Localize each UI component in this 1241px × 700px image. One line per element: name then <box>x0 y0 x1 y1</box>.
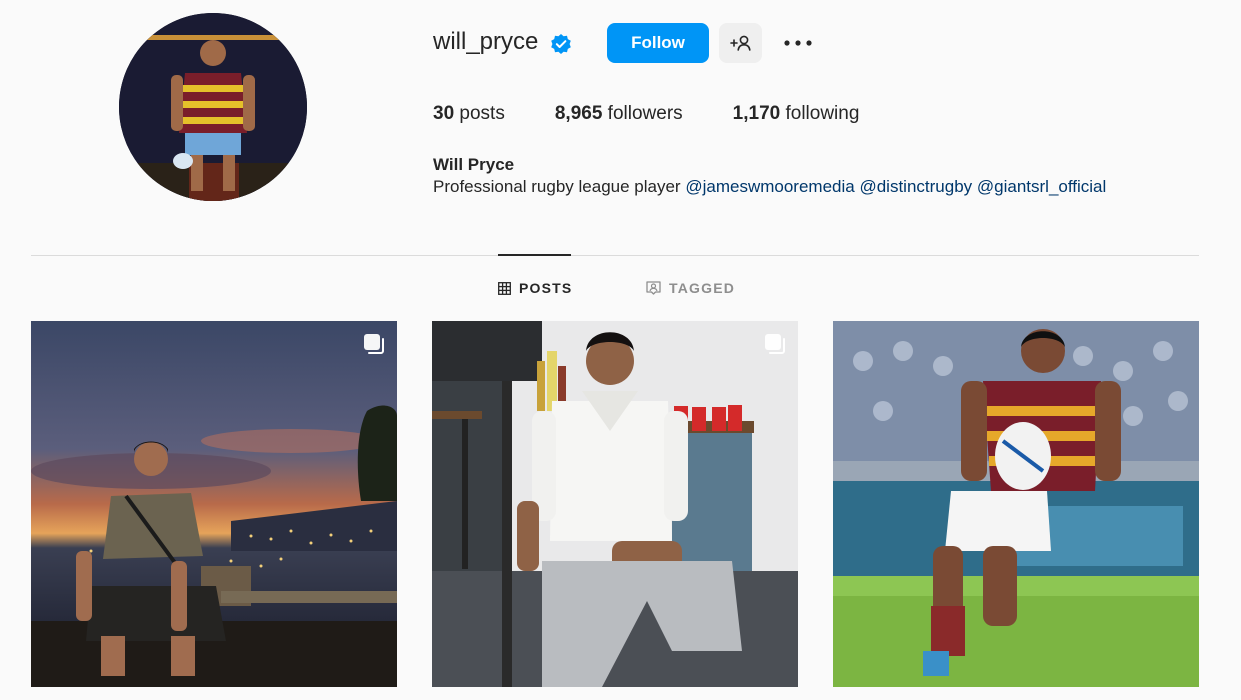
profile-full-name: Will Pryce <box>433 155 515 174</box>
tagged-icon <box>646 281 661 295</box>
add-person-icon <box>729 35 751 51</box>
multiple-photos-icon <box>363 333 385 360</box>
post-image <box>432 321 798 687</box>
multiple-photos-icon <box>764 333 786 360</box>
avatar-image <box>119 13 307 201</box>
more-options-button[interactable] <box>780 28 816 58</box>
tab-posts[interactable]: POSTS <box>498 280 572 296</box>
tabs-divider <box>31 255 1199 256</box>
bio-text: Professional rugby league player <box>433 177 681 196</box>
grid-icon <box>498 281 511 295</box>
follow-button[interactable]: Follow <box>607 23 709 63</box>
mention-link[interactable]: @giantsrl_official <box>977 177 1106 196</box>
profile-avatar[interactable] <box>119 13 307 201</box>
post-image <box>833 321 1199 687</box>
posts-count: 30 posts <box>433 103 505 124</box>
post-thumbnail[interactable] <box>31 321 397 687</box>
mention-link[interactable]: @jameswmooremedia <box>685 177 854 196</box>
tab-tagged[interactable]: TAGGED <box>646 280 735 296</box>
followers-link[interactable]: 8,965 followers <box>555 103 683 125</box>
post-image <box>31 321 397 687</box>
mention-link[interactable]: @distinctrugby <box>859 177 972 196</box>
tab-tagged-label: TAGGED <box>669 280 736 296</box>
ellipsis-icon <box>784 40 812 46</box>
profile-stats: 30 posts 8,965 followers 1,170 following <box>433 103 909 125</box>
verified-badge-icon <box>550 33 572 55</box>
tab-posts-label: POSTS <box>519 280 573 296</box>
profile-bio: Professional rugby league player @jamesw… <box>433 177 1106 197</box>
post-thumbnail[interactable] <box>833 321 1199 687</box>
profile-username: will_pryce <box>433 28 539 55</box>
following-link[interactable]: 1,170 following <box>733 103 860 125</box>
post-thumbnail[interactable] <box>432 321 798 687</box>
active-tab-indicator <box>498 254 571 256</box>
suggested-accounts-button[interactable] <box>719 23 762 63</box>
